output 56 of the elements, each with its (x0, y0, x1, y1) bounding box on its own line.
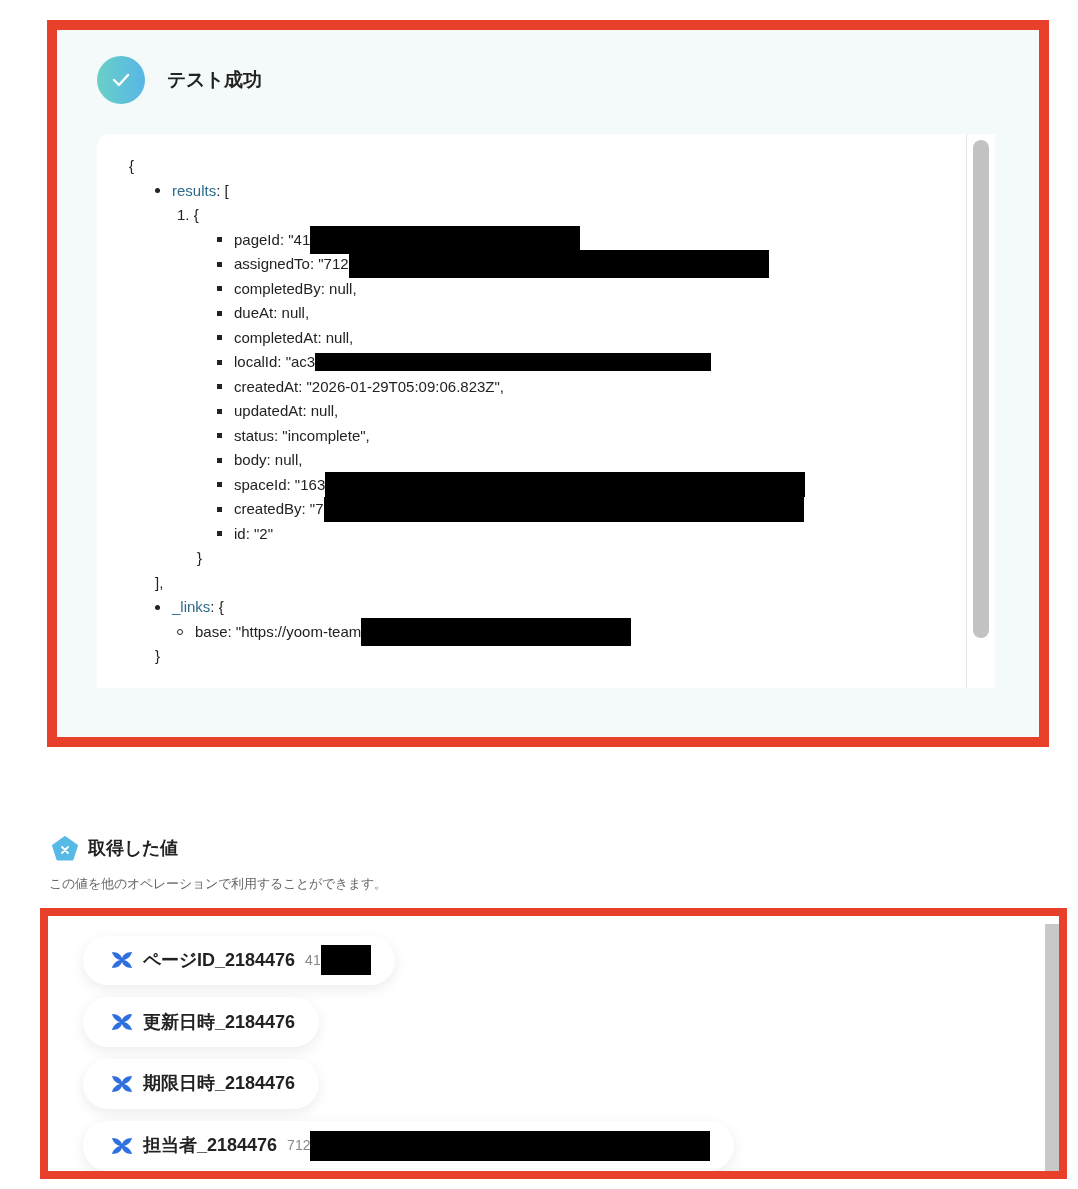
cross-logo-icon (111, 950, 133, 971)
code-text: : [ (216, 180, 229, 201)
value-chip[interactable]: 担当者_2184476 712 (83, 1120, 735, 1171)
chip-label: 担当者_2184476 (143, 1134, 278, 1158)
bullet-icon (217, 408, 222, 414)
code-text: ], (155, 572, 164, 593)
section-title: 取得した値 (88, 837, 178, 860)
chip-value: 41 (305, 950, 321, 970)
bullet-icon (217, 506, 222, 512)
bullet-icon (217, 237, 222, 243)
bullet-icon (217, 457, 222, 463)
success-check-icon (97, 56, 145, 104)
code-text: localId: "ac3 (234, 352, 316, 372)
bullet-icon (217, 335, 222, 341)
bullet-icon (217, 286, 222, 292)
chip-label: ページID_2184476 (143, 948, 296, 972)
value-chip[interactable]: ページID_2184476 41 (83, 935, 395, 986)
cross-logo-icon (111, 1073, 133, 1094)
code-text: dueAt: null, (234, 303, 310, 323)
bullet-icon (217, 310, 222, 316)
bullet-icon (217, 359, 222, 365)
cross-logo-icon (111, 1135, 133, 1156)
code-text: status: "incomplete", (234, 425, 370, 446)
bullet-icon (217, 433, 222, 439)
code-text: 1. { (177, 205, 199, 225)
code-text: base: "https://yoom-team (195, 621, 362, 642)
cross-logo-icon (111, 1012, 133, 1033)
chip-value: 712 (287, 1136, 311, 1156)
chip-label: 更新日時_2184476 (143, 1010, 296, 1034)
code-text: spaceId: "163 (234, 474, 326, 495)
code-text: updatedAt: null, (234, 401, 339, 421)
code-text: completedAt: null, (234, 327, 354, 348)
status-title: テスト成功 (167, 67, 262, 92)
bullet-icon (217, 384, 222, 390)
code-text: id: "2" (234, 523, 273, 544)
scrollbar[interactable] (1045, 923, 1059, 1171)
code-text: } (155, 646, 160, 666)
code-text: { (129, 156, 134, 176)
value-chip[interactable]: 更新日時_2184476 (83, 997, 320, 1047)
code-text: : { (210, 597, 224, 617)
code-text: pageId: "41 (234, 229, 311, 250)
value-chip[interactable]: 期限日時_2184476 (83, 1059, 320, 1109)
bullet-icon (155, 188, 160, 194)
chip-label: 期限日時_2184476 (143, 1072, 296, 1096)
code-text: assignedTo: "712 (234, 254, 349, 274)
code-text: completedBy: null, (234, 278, 357, 299)
code-text: createdAt: "2026-01-29T05:09:06.823Z", (234, 376, 504, 397)
code-text: } (197, 548, 202, 568)
code-text: body: null, (234, 450, 303, 470)
bullet-icon (217, 482, 222, 488)
code-text: createdBy: "7 (234, 499, 324, 519)
bullet-icon (217, 261, 222, 267)
bullet-icon (217, 531, 222, 537)
pentagon-x-icon (52, 835, 78, 862)
bullet-icon (155, 604, 160, 610)
section-description: この値を他のオペレーションで利用することができます。 (49, 876, 387, 891)
